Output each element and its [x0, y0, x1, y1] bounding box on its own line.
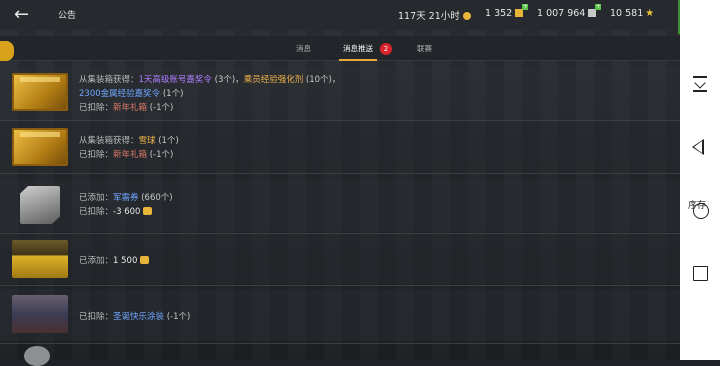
- back-triangle-icon[interactable]: [692, 139, 704, 155]
- divider: [0, 173, 680, 174]
- divider: [0, 285, 680, 286]
- arrow-left-icon[interactable]: ←: [14, 5, 34, 25]
- add-gold-icon[interactable]: +: [522, 4, 529, 10]
- deduct-prefix: 已扣除：: [79, 207, 114, 217]
- deduct-line: 已扣除：-3 600: [79, 205, 153, 217]
- reward-qty: (10个)，: [303, 75, 341, 85]
- system-nav-bar: [680, 0, 720, 360]
- tab-notifications[interactable]: 消息推送: [339, 43, 377, 61]
- list-item: 从集装箱获得：1天高级账号嘉奖令 (3个)，乘员经验强化剂 (10个)， 230…: [0, 67, 680, 120]
- gold-value: 1 352: [485, 8, 513, 19]
- gold-icon: [140, 256, 150, 264]
- deduct-item: 圣诞快乐涂装: [113, 312, 165, 322]
- deduct-qty: (-1个): [147, 150, 174, 160]
- tab-messages[interactable]: 消息: [296, 43, 311, 54]
- deduct-item: 新年礼箱: [113, 150, 148, 160]
- deduct-prefix: 已扣除：: [79, 312, 114, 322]
- deduct-line: 已扣除：圣诞快乐涂装 (-1个): [79, 310, 190, 322]
- camouflage-icon: [12, 295, 68, 333]
- reward-item: 雪球: [138, 136, 156, 146]
- reward-prefix: 从集装箱获得：: [79, 75, 139, 85]
- free-xp-balance[interactable]: 10 581 ★: [610, 8, 654, 19]
- list-item: 从集装箱获得：雪球 (1个) 已扣除：新年礼箱 (-1个): [0, 121, 680, 173]
- premium-icon: [462, 12, 471, 20]
- reward-qty: (1个): [160, 89, 184, 99]
- free-xp-value: 10 581: [610, 8, 644, 19]
- deduct-prefix: 已扣除：: [79, 150, 114, 160]
- tab-league[interactable]: 联赛: [417, 43, 432, 54]
- reward-line: 已添加：军需券 (660个): [79, 191, 173, 203]
- list-item: 已添加：军需券 (660个) 已扣除：-3 600: [0, 180, 680, 232]
- reward-qty: (3个)，: [211, 75, 244, 85]
- reward-qty: (660个): [138, 193, 173, 203]
- silver-icon: +: [588, 4, 602, 17]
- list-item: 已扣除：圣诞快乐涂装 (-1个): [0, 289, 680, 341]
- reward-line: 从集装箱获得：1天高级账号嘉奖令 (3个)，乘员经验强化剂 (10个)，: [79, 73, 340, 85]
- deduct-prefix: 已扣除：: [79, 103, 114, 113]
- deduct-value: -3 600: [113, 207, 141, 217]
- reward-item: 2300金属经验嘉奖令: [79, 89, 161, 99]
- reward-item: 军需券: [113, 193, 139, 203]
- reward-value: 1 500: [113, 256, 138, 266]
- reward-line: 2300金属经验嘉奖令 (1个): [79, 87, 183, 99]
- recent-square-icon[interactable]: [693, 266, 708, 281]
- download-icon[interactable]: [693, 76, 707, 92]
- reward-line: 已添加：1 500: [79, 254, 150, 266]
- deduct-qty: (-1个): [147, 103, 174, 113]
- deduct-item: 新年礼箱: [113, 103, 148, 113]
- reward-prefix: 从集装箱获得：: [79, 136, 139, 146]
- reward-qty: (1个): [155, 136, 179, 146]
- add-silver-icon[interactable]: +: [595, 4, 602, 10]
- reward-line: 从集装箱获得：雪球 (1个): [79, 134, 179, 146]
- deduct-line: 已扣除：新年礼箱 (-1个): [79, 101, 173, 113]
- reward-item: 乘员经验强化剂: [243, 75, 304, 85]
- page-title: 公告: [58, 11, 77, 21]
- crate-icon: [12, 128, 68, 166]
- nav-label: 序存: [688, 201, 707, 211]
- tab-bar: 消息 消息推送 联赛: [0, 36, 680, 61]
- ticket-icon: [20, 186, 60, 224]
- silver-balance[interactable]: 1 007 964 +: [537, 4, 602, 19]
- premium-timer-value: 117天 21小时: [398, 11, 460, 22]
- divider: [0, 343, 680, 344]
- partial-item-icon: [24, 346, 50, 366]
- gold-icon: +: [515, 4, 529, 17]
- crate-icon: [12, 73, 68, 111]
- reward-prefix: 已添加：: [79, 256, 114, 266]
- top-bar: ← 公告 117天 21小时 1 352 + 1 007 964 + 10 581 ★: [0, 0, 680, 30]
- premium-timer[interactable]: 117天 21小时: [398, 8, 471, 22]
- star-icon: ★: [645, 8, 655, 19]
- gold-chest-icon: [12, 240, 68, 278]
- clan-emblem-icon[interactable]: [0, 41, 14, 61]
- gold-icon: [143, 207, 153, 215]
- reward-item: 1天高级账号嘉奖令: [138, 75, 212, 85]
- list-item: 已添加：1 500: [0, 234, 680, 284]
- silver-value: 1 007 964: [537, 8, 586, 19]
- gold-balance[interactable]: 1 352 +: [485, 4, 529, 19]
- deduct-line: 已扣除：新年礼箱 (-1个): [79, 148, 173, 160]
- deduct-qty: (-1个): [164, 312, 191, 322]
- reward-prefix: 已添加：: [79, 193, 114, 203]
- unread-badge: 2: [380, 43, 392, 55]
